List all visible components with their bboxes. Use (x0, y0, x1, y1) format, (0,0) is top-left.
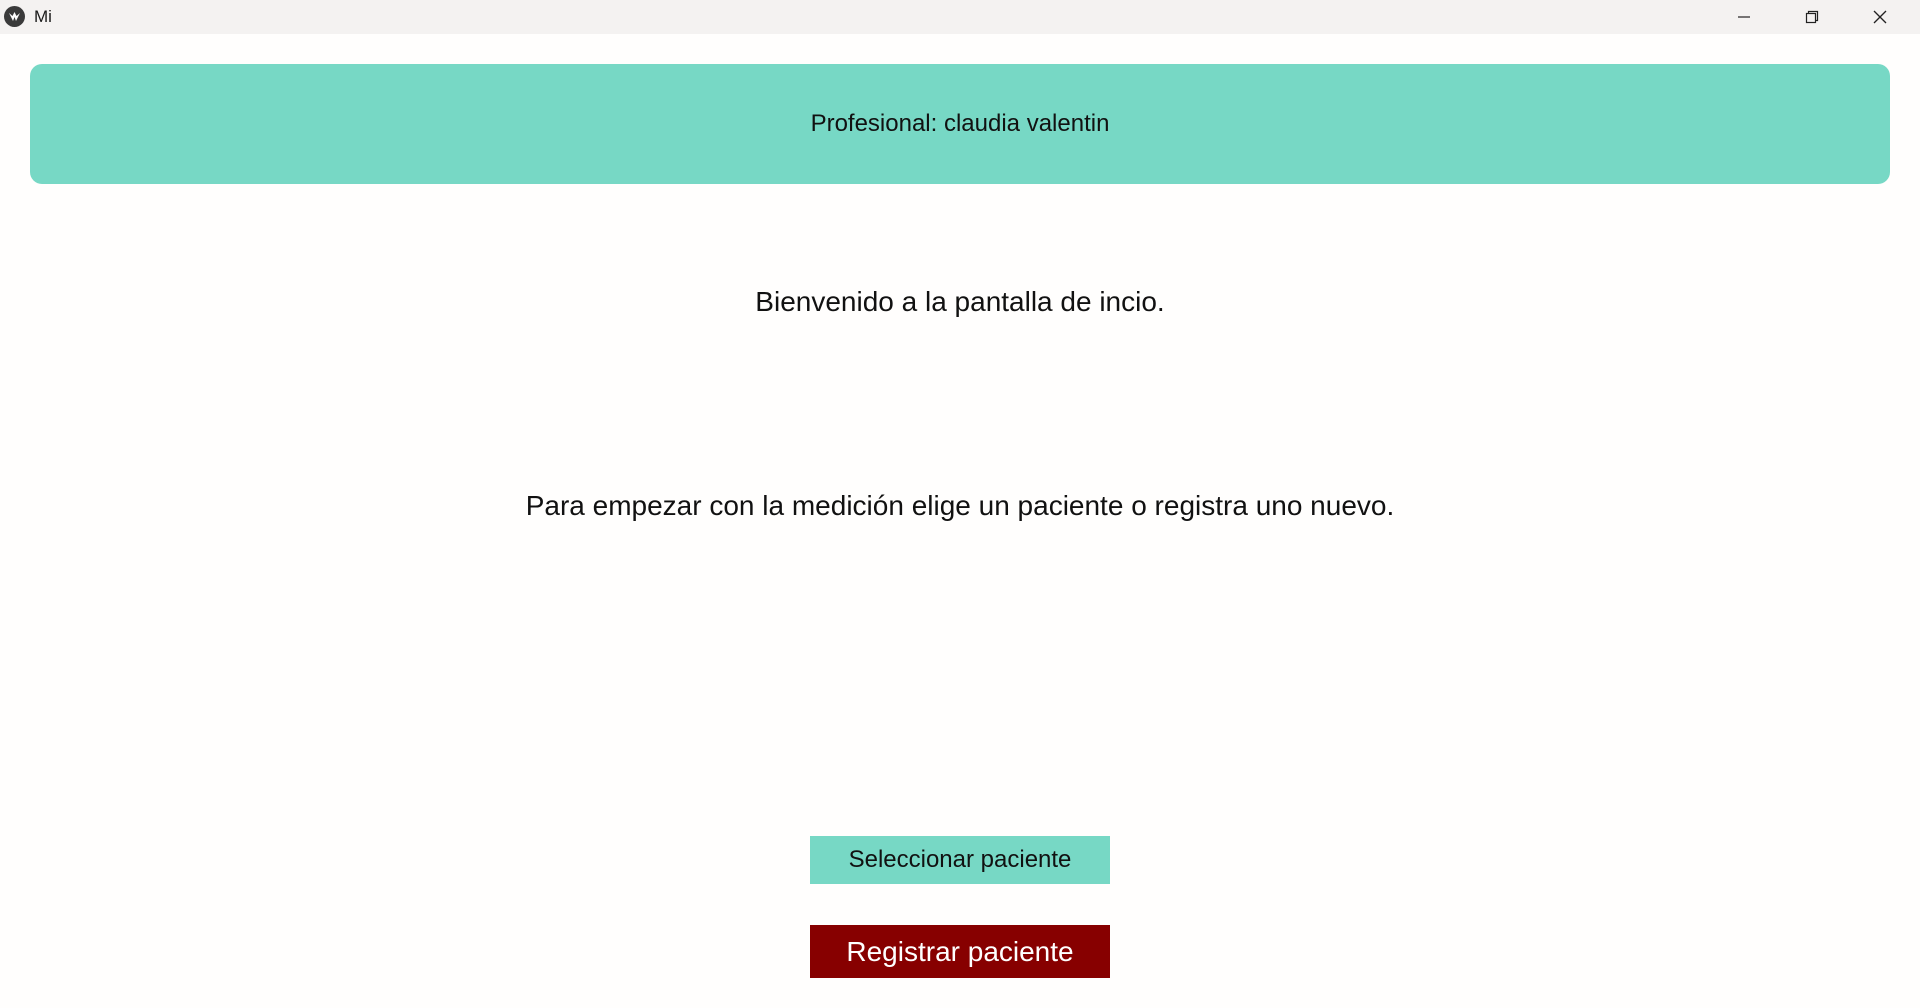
welcome-message: Bienvenido a la pantalla de incio. (755, 286, 1165, 317)
window-title: Mi (34, 7, 52, 26)
close-button[interactable] (1846, 0, 1914, 34)
restore-button[interactable] (1778, 0, 1846, 34)
window-titlebar: Mi (0, 0, 1920, 34)
professional-header: Profesional: claudia valentin (30, 64, 1890, 184)
select-patient-button[interactable]: Seleccionar paciente (810, 836, 1110, 884)
minimize-icon (1738, 16, 1750, 18)
app-logo-icon (4, 6, 25, 27)
close-icon (1873, 10, 1887, 24)
professional-label: Profesional: claudia valentin (810, 110, 1110, 137)
register-patient-button[interactable]: Registrar paciente (810, 925, 1110, 978)
minimize-button[interactable] (1710, 0, 1778, 34)
instructions-message: Para empezar con la medición elige un pa… (525, 490, 1395, 521)
restore-icon (1805, 10, 1819, 24)
